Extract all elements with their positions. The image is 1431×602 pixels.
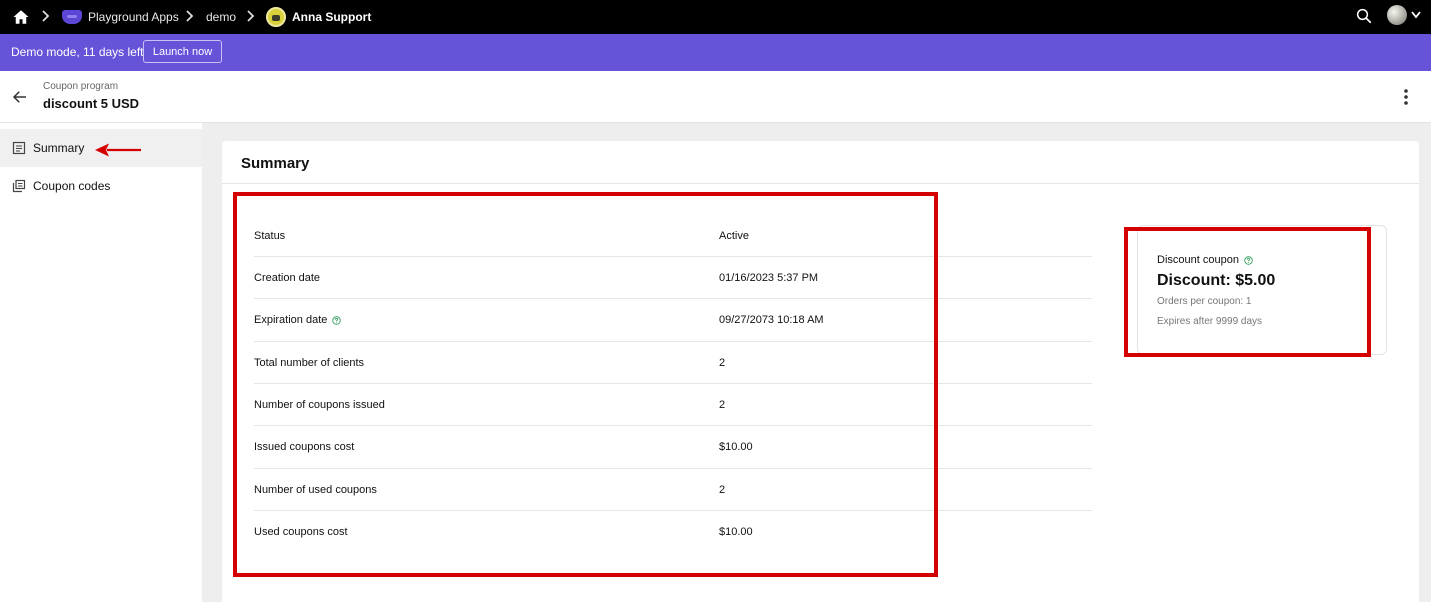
top-navigation-bar: Playground Apps demo Anna Support (0, 0, 1431, 34)
back-arrow-icon[interactable] (11, 88, 29, 106)
demo-mode-banner: Demo mode, 11 days left Launch now (0, 34, 1431, 71)
annotation-highlight-box (1124, 227, 1371, 357)
annotation-highlight-box (233, 192, 938, 577)
search-icon[interactable] (1355, 7, 1373, 25)
page-header: Coupon program discount 5 USD (0, 71, 1431, 123)
breadcrumb-label: Playground Apps (88, 10, 179, 24)
page-title: discount 5 USD (43, 96, 140, 111)
document-list-icon (12, 141, 26, 155)
chevron-right-icon (186, 10, 194, 22)
demo-mode-text: Demo mode, 11 days left (11, 45, 144, 59)
anna-support-logo-icon (266, 7, 286, 27)
more-options-icon[interactable] (1398, 87, 1414, 107)
launch-now-button[interactable]: Launch now (143, 40, 222, 63)
sidebar-item-coupon-codes[interactable]: Coupon codes (0, 167, 202, 205)
breadcrumb-demo[interactable]: demo (206, 0, 236, 34)
sidebar: Summary Coupon codes (0, 123, 202, 602)
home-icon[interactable] (12, 8, 30, 26)
chevron-right-icon (247, 10, 255, 22)
divider (222, 183, 1419, 184)
playground-apps-logo-icon (62, 10, 82, 24)
breadcrumb-playground-apps[interactable]: Playground Apps (62, 0, 179, 34)
chevron-right-icon (42, 10, 50, 22)
breadcrumb-label: Anna Support (292, 10, 372, 24)
sidebar-item-label: Summary (33, 141, 85, 155)
coupon-codes-icon (12, 179, 26, 193)
chevron-down-icon[interactable] (1410, 10, 1422, 20)
breadcrumb-anna-support[interactable]: Anna Support (266, 0, 371, 34)
page-subtitle: Coupon program (43, 81, 119, 92)
annotation-arrow-icon (95, 143, 141, 157)
sidebar-item-label: Coupon codes (33, 179, 111, 193)
breadcrumb-label: demo (206, 10, 237, 24)
summary-title: Summary (241, 155, 310, 172)
avatar[interactable] (1387, 5, 1407, 25)
